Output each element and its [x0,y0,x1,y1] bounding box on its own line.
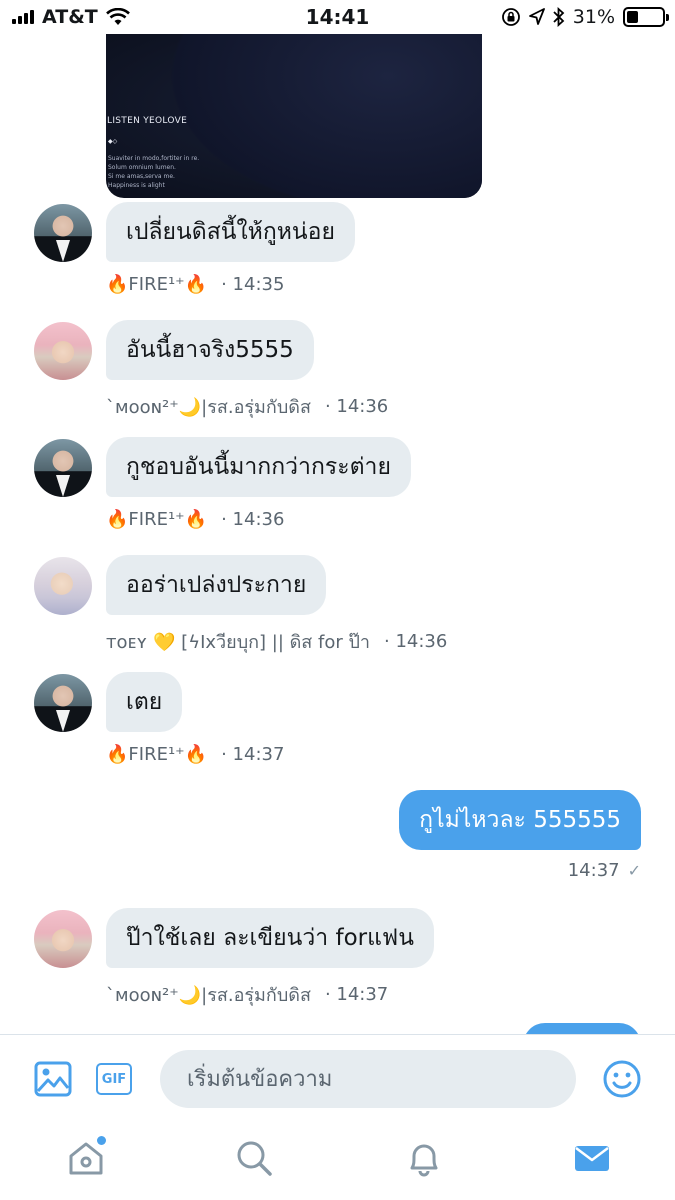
battery-icon [623,7,669,27]
status-right: 31% [501,6,669,28]
conversation[interactable]: LISTEN YEOLOVE ◆◇ Suaviter in modo,forti… [0,34,675,1034]
emoji-button[interactable] [602,1059,642,1099]
bluetooth-icon [553,7,565,27]
sent-check-icon: ✓ [627,861,641,880]
image-caption-line: Si me amas,serva me. [108,173,175,180]
mail-icon [575,1146,609,1171]
gif-icon: GIF [96,1063,132,1095]
message-bubble[interactable]: อันนี้ฮาจริง5555 [106,320,314,380]
message-bubble-partial[interactable] [523,1023,641,1034]
message-bubble[interactable]: เตย [106,672,183,732]
search-icon [237,1141,272,1176]
message-bubble[interactable]: กูชอบอันนี้มากกว่ากระต่าย [106,437,411,497]
message-meta: 🔥FIRE¹⁺🔥 · 14:37 [106,744,284,765]
tab-home[interactable] [64,1136,108,1180]
sender-name: 🔥FIRE¹⁺🔥 [106,744,208,765]
message-time: · 14:36 [221,509,285,530]
sender-name: `ᴍᴏᴏɴ²⁺🌙|รส.อรุ่มกับดิส [106,985,311,1006]
battery-fill [627,11,638,23]
emoji-icon [603,1060,641,1098]
message-time: · 14:37 [221,744,285,765]
bell-icon [410,1144,438,1177]
tab-bar [0,1122,675,1200]
message-time: · 14:36 [384,631,448,652]
image-caption-lines: Suaviter in modo,fortiter in re. Solum o… [108,154,199,190]
sender-name: `ᴍᴏᴏɴ²⁺🌙|รส.อรุ่มกับดิส [106,397,311,418]
image-caption-line: Happiness is alight [108,182,165,189]
image-caption-title: LISTEN YEOLOVE [107,116,188,126]
message-time: · 14:35 [221,274,285,295]
avatar[interactable] [34,322,92,380]
image-icon [34,1061,72,1097]
gif-button[interactable]: GIF [96,1063,132,1095]
unread-dot [97,1136,106,1145]
image-caption-line: Solum omnium lumen. [108,164,176,171]
shared-image[interactable]: LISTEN YEOLOVE ◆◇ Suaviter in modo,forti… [106,34,482,198]
image-caption-dots: ◆◇ [108,138,118,145]
message-time: · 14:37 [324,984,389,1005]
message-time: · 14:36 [324,396,389,417]
message-meta: 🔥FIRE¹⁺🔥 · 14:35 [106,274,284,295]
message-bubble[interactable]: เปลี่ยนดิสนี้ให้กูหน่อย [106,202,355,262]
carrier-name: AT&T [42,6,98,28]
message-time: 14:37 [567,860,620,881]
tab-search[interactable] [232,1136,276,1180]
orientation-lock-icon [501,8,520,26]
avatar[interactable] [34,910,92,968]
wifi-icon [105,8,130,25]
avatar[interactable] [34,204,92,262]
battery-percent: 31% [572,6,615,28]
sender-name: 🔥FIRE¹⁺🔥 [106,274,208,295]
image-caption-line: Suaviter in modo,fortiter in re. [108,155,200,162]
tab-messages[interactable] [570,1136,614,1180]
message-bubble[interactable]: กูไม่ไหวละ 555555 [399,790,641,850]
message-bubble[interactable]: ออร่าเปล่งประกาย [106,555,327,615]
tab-notifications[interactable] [402,1136,446,1180]
status-left: AT&T [12,6,130,28]
avatar[interactable] [34,674,92,732]
sender-name: 🔥FIRE¹⁺🔥 [106,509,208,530]
avatar[interactable] [34,439,92,497]
message-meta: `ᴍᴏᴏɴ²⁺🌙|รส.อรุ่มกับดิส · 14:37 [106,980,388,1009]
message-meta: `ᴍᴏᴏɴ²⁺🌙|รส.อรุ่มกับดิส · 14:36 [106,392,388,421]
status-bar: AT&T 14:41 31% [0,0,675,34]
compose-bar: GIF [0,1034,675,1122]
add-image-button[interactable] [34,1061,72,1097]
sender-name: ᴛᴏᴇʏ 💛 [ϟIxวียบุก] || ดิส for ป๊า [106,632,371,653]
message-meta: ᴛᴏᴇʏ 💛 [ϟIxวียบุก] || ดิส for ป๊า · 14:3… [106,627,447,656]
signal-bars-icon [12,10,34,24]
message-input[interactable] [160,1050,576,1108]
message-meta: 🔥FIRE¹⁺🔥 · 14:36 [106,509,284,530]
message-meta: 14:37 ✓ [568,860,641,881]
avatar[interactable] [34,557,92,615]
message-bubble[interactable]: ป๊าใช้เลย ละเขียนว่า forแฟน [106,908,434,968]
location-arrow-icon [528,8,545,25]
